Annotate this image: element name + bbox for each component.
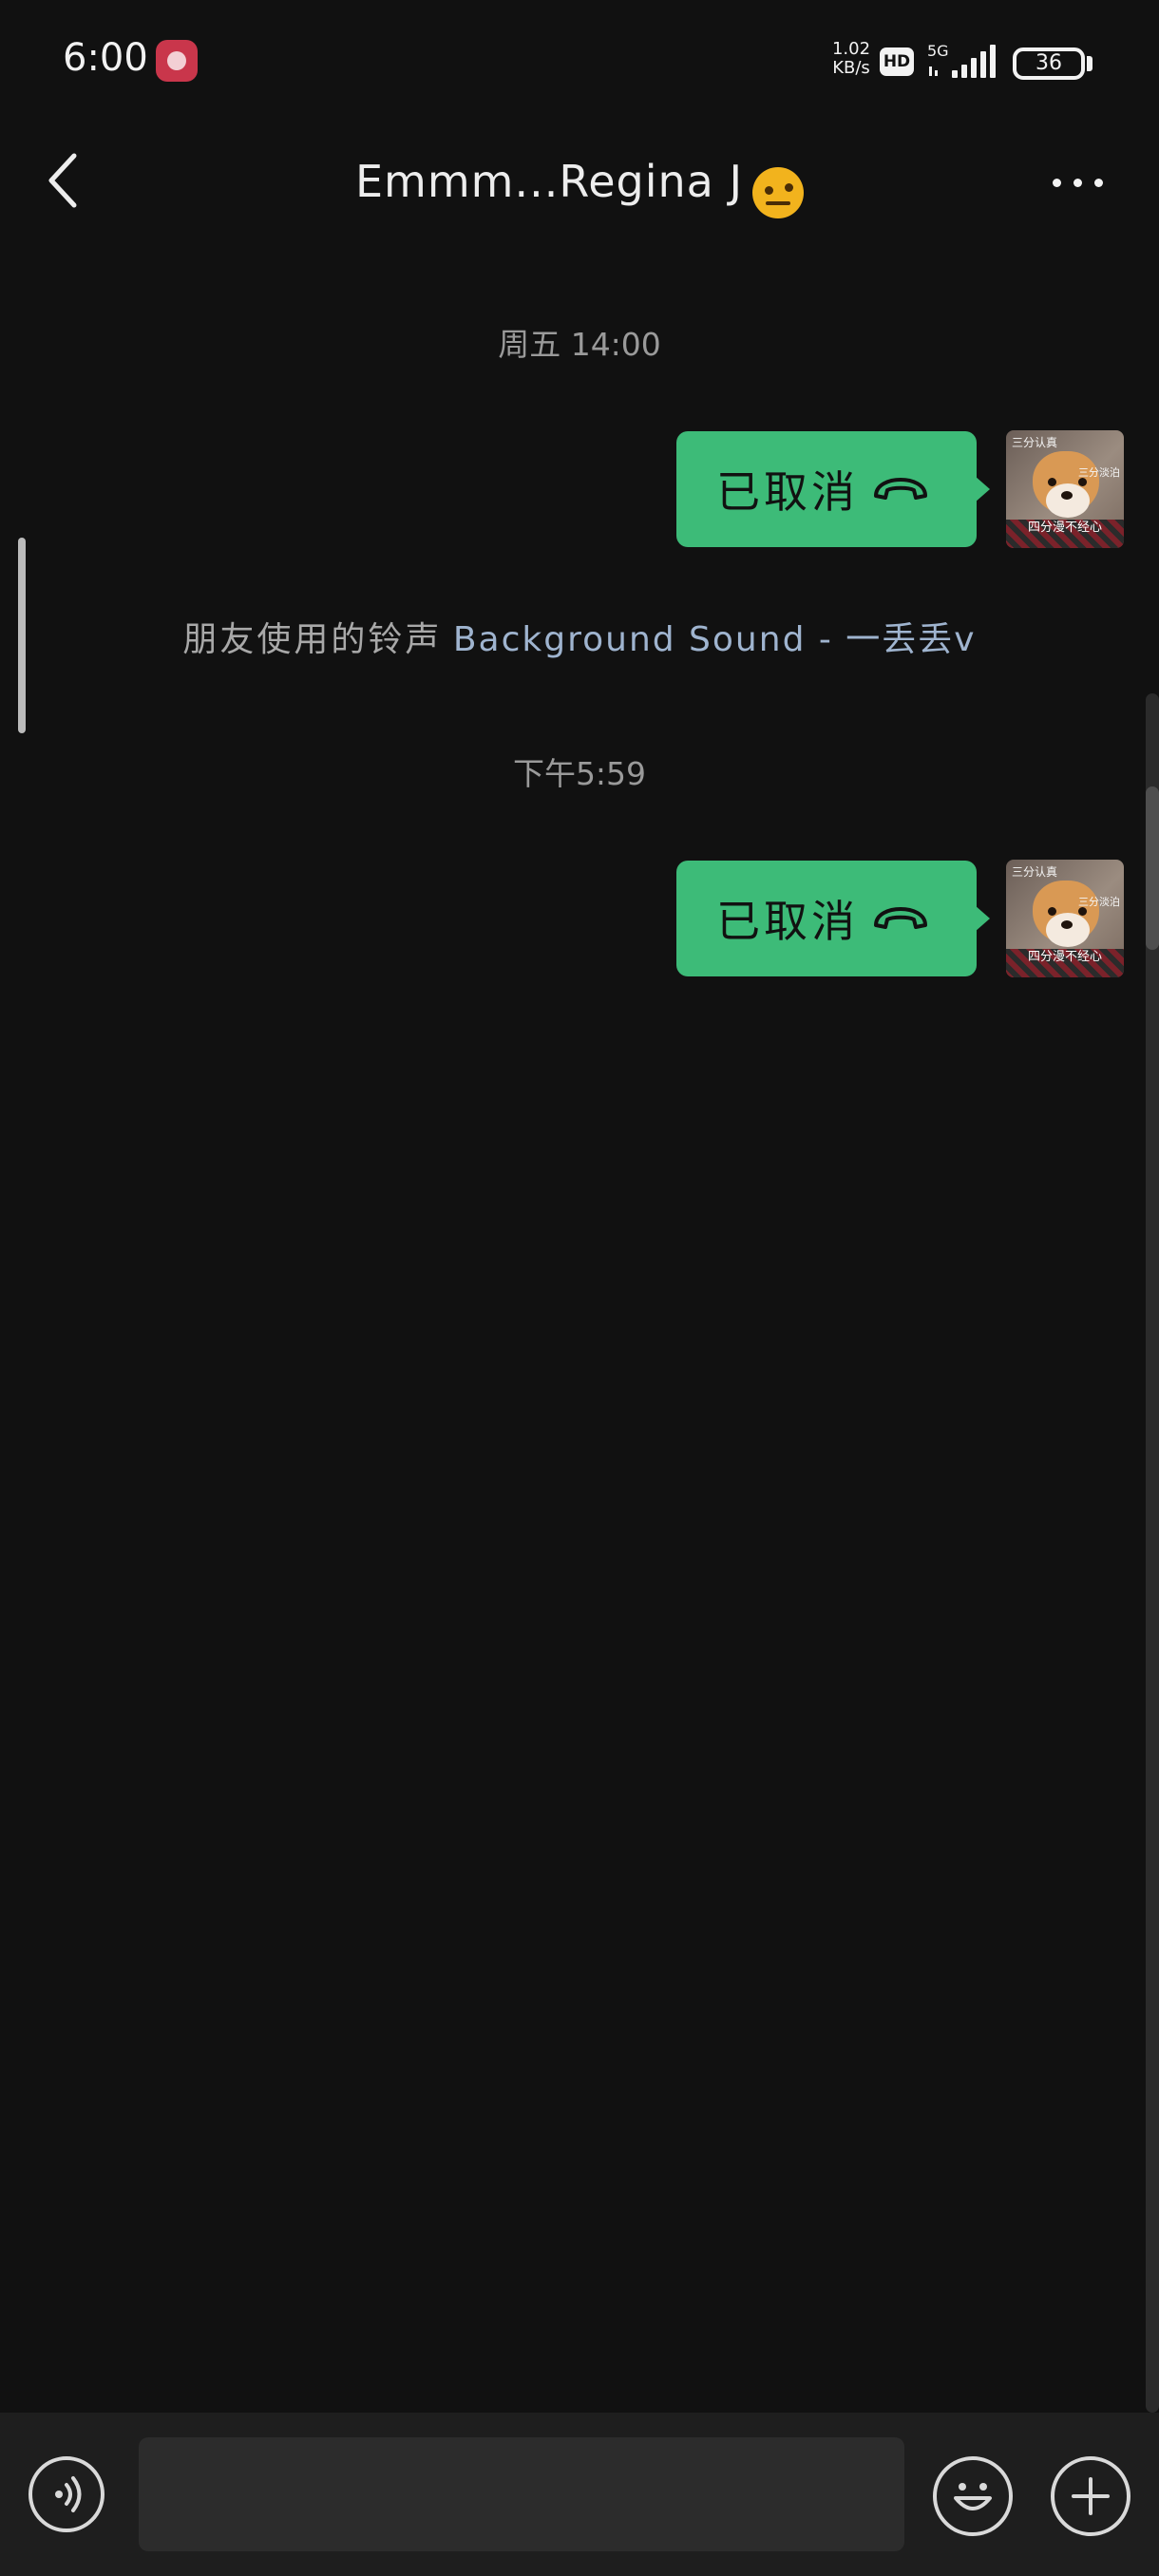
dog-eye (1048, 907, 1056, 916)
scrollbar-thumb[interactable] (1146, 786, 1159, 950)
ringtone-prefix: 朋友使用的铃声 (182, 620, 443, 659)
call-message-bubble[interactable]: 已取消 (676, 861, 977, 976)
message-timestamp: 下午5:59 (512, 755, 647, 792)
dog-nose (1061, 920, 1073, 929)
dog-muzzle (1046, 483, 1090, 518)
avatar[interactable]: 三分认真 三分淡泊 四分漫不经心 (1006, 430, 1124, 548)
hangup-phone-icon (874, 907, 927, 929)
emoji-button[interactable] (933, 2456, 1013, 2536)
hd-badge: HD (880, 47, 914, 76)
call-status-text: 已取消 (716, 466, 859, 518)
message-input[interactable] (139, 2437, 904, 2551)
more-functions-button[interactable] (1051, 2456, 1130, 2536)
ringtone-notice: 朋友使用的铃声 Background Sound - 一丢丢v (0, 612, 1159, 661)
status-time: 6:00 (63, 36, 148, 80)
chat-title: Emmm...Regina J (354, 156, 744, 207)
call-message-bubble[interactable]: 已取消 (676, 431, 977, 547)
more-dot-icon (1094, 179, 1103, 187)
dog-muzzle (1046, 913, 1090, 947)
face-with-raised-eyebrow-emoji-icon (752, 166, 805, 218)
dog-eye (1048, 478, 1056, 486)
network-speed: 1.02 KB/s (821, 40, 882, 78)
battery-tip (1087, 56, 1092, 71)
battery-icon: 36 (1013, 47, 1085, 80)
notification-app-icon (156, 40, 198, 82)
chevron-left-icon (48, 153, 77, 208)
chat-header: Emmm...Regina J (266, 150, 893, 218)
more-dot-icon (1074, 179, 1082, 187)
back-button[interactable] (36, 150, 93, 211)
more-dot-icon (1053, 179, 1061, 187)
hangup-phone-icon (874, 478, 927, 500)
avatar-caption-mid: 三分淡泊 (1078, 466, 1120, 479)
avatar-caption-mid: 三分淡泊 (1078, 896, 1120, 908)
scrollbar-track[interactable] (1146, 693, 1159, 2413)
avatar-caption-bottom: 四分漫不经心 (1027, 521, 1102, 535)
plus-icon (1072, 2477, 1110, 2515)
battery-level: 36 (1036, 51, 1062, 75)
dog-nose (1061, 491, 1073, 500)
smiley-icon (954, 2483, 992, 2510)
voice-button[interactable] (28, 2456, 104, 2532)
more-options-button[interactable] (1043, 161, 1112, 203)
ringtone-song-link[interactable]: Background Sound - 一丢丢v (453, 620, 977, 659)
call-status-text: 已取消 (716, 896, 859, 947)
signal-strength-icon: 5G (927, 42, 999, 80)
bubble-tail (975, 905, 990, 932)
network-speed-value: 1.02 (831, 39, 871, 59)
network-speed-unit: KB/s (832, 58, 870, 78)
message-timestamp: 周五 14:00 (498, 326, 661, 363)
avatar[interactable]: 三分认真 三分淡泊 四分漫不经心 (1006, 860, 1124, 977)
avatar-caption-top: 三分认真 (1012, 436, 1058, 449)
avatar-caption-bottom: 四分漫不经心 (1027, 950, 1102, 964)
bubble-tail (975, 476, 990, 502)
voice-icon (55, 2476, 82, 2512)
avatar-caption-top: 三分认真 (1012, 865, 1058, 879)
